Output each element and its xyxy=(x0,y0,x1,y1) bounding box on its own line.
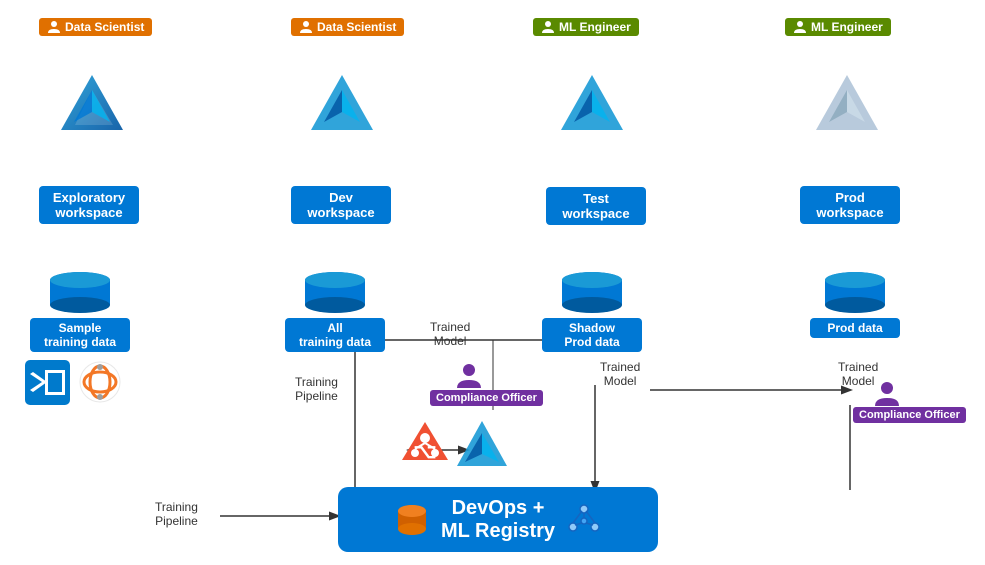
db-label-1: Sampletraining data xyxy=(30,318,130,352)
azure-icon-w1 xyxy=(55,70,130,150)
db-icon-2 xyxy=(300,270,370,325)
person-icon-ml2 xyxy=(793,20,807,34)
workspace-label-3: Testworkspace xyxy=(546,187,646,225)
mlregistry-icon xyxy=(565,501,603,539)
role-badge-ds1: Data Scientist xyxy=(39,18,152,36)
text-trained-model-1: TrainedModel xyxy=(430,320,470,348)
workspace-label-4: Prodworkspace xyxy=(800,186,900,224)
db-icon-4 xyxy=(820,270,890,325)
db-label-2: Alltraining data xyxy=(285,318,385,352)
person-icon-ml1 xyxy=(541,20,555,34)
person-icon-ds2 xyxy=(299,20,313,34)
person-icon-ds1 xyxy=(47,20,61,34)
compliance-badge-2: Compliance Officer xyxy=(853,407,966,423)
barrel-icon xyxy=(393,501,431,539)
workspace-label-1: Exploratoryworkspace xyxy=(39,186,139,224)
azure-icon-w2 xyxy=(305,70,380,150)
text-training-pipeline-2: TrainingPipeline xyxy=(155,500,198,528)
role-badge-ds2: Data Scientist xyxy=(291,18,404,36)
db-label-3: ShadowProd data xyxy=(542,318,642,352)
db-icon-1 xyxy=(45,270,115,325)
text-training-pipeline-1: TrainingPipeline xyxy=(295,375,338,403)
compliance-badge-1: Compliance Officer xyxy=(430,390,543,406)
devops-label: DevOps +ML Registry xyxy=(441,497,555,543)
devops-box: DevOps +ML Registry xyxy=(338,487,658,552)
jupyter-icon xyxy=(78,360,123,405)
main-diagram: Data Scientist Data Scientist ML Enginee… xyxy=(0,0,985,565)
azure-icon-w4 xyxy=(810,70,885,150)
db-icon-3 xyxy=(557,270,627,325)
text-trained-model-3: TrainedModel xyxy=(838,360,878,388)
role-badge-ml2: ML Engineer xyxy=(785,18,891,36)
git-icon: ⌥ xyxy=(400,420,450,475)
role-badge-ml1: ML Engineer xyxy=(533,18,639,36)
azure-icon-w3 xyxy=(555,70,630,150)
db-label-4: Prod data xyxy=(810,318,900,338)
tool-icons xyxy=(25,360,123,405)
role-label-ml2: ML Engineer xyxy=(811,20,883,34)
text-trained-model-2: TrainedModel xyxy=(600,360,640,388)
workspace-label-2: Devworkspace xyxy=(291,186,391,224)
role-label-ml1: ML Engineer xyxy=(559,20,631,34)
vscode-icon xyxy=(25,360,70,405)
azure-icon-middle xyxy=(455,418,510,478)
role-label-ds2: Data Scientist xyxy=(317,20,396,34)
role-label-ds1: Data Scientist xyxy=(65,20,144,34)
